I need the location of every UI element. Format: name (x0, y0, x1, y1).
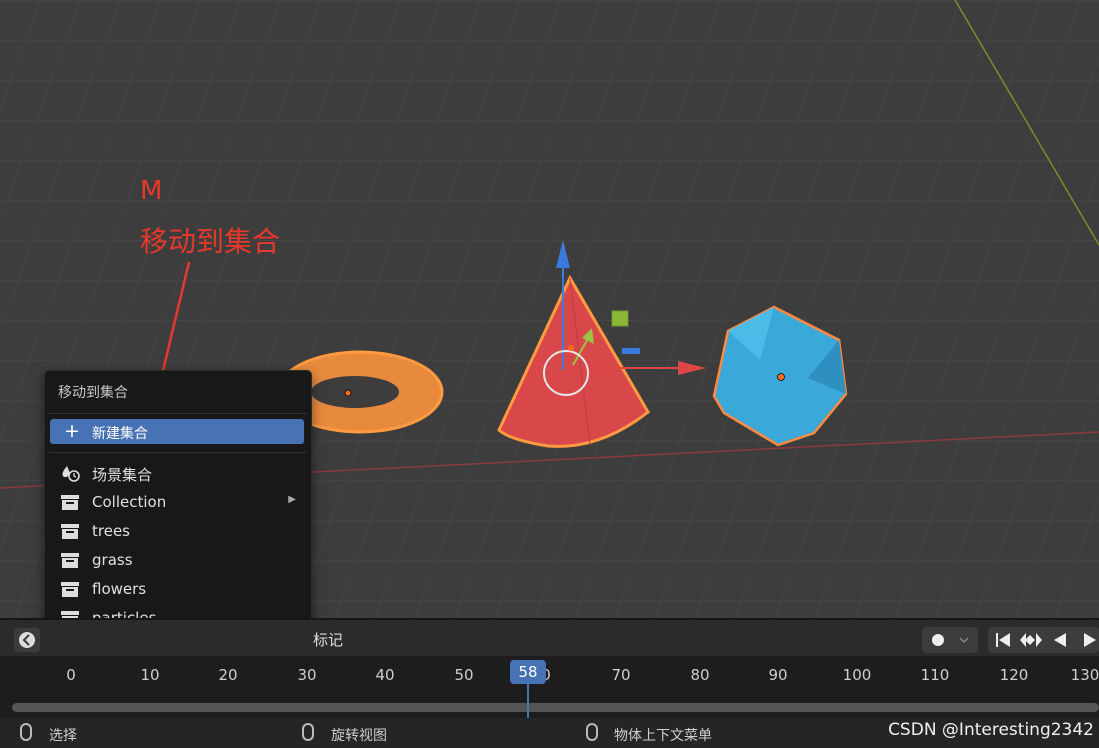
menu-item-label: flowers (92, 580, 147, 598)
status-bar: 选择 旋转视图 物体上下文菜单 CSDN @Interesting2342 (0, 718, 1099, 748)
frame-tick: 40 (375, 666, 395, 684)
editor-type-button[interactable] (14, 628, 40, 652)
menu-item-label: grass (92, 551, 133, 569)
timeline-scroll-area (0, 688, 1099, 718)
playhead-line[interactable] (527, 684, 529, 718)
scene-collection-icon (62, 466, 80, 482)
frame-tick: 130 (1070, 666, 1099, 684)
collection-box-icon (61, 553, 79, 568)
menu-item-grass[interactable]: grass (50, 547, 304, 573)
playback-controls[interactable] (988, 627, 1099, 653)
timeline-ruler[interactable]: 0 10 20 30 40 50 0 70 80 90 100 110 120 … (0, 656, 1099, 688)
menu-item-label: Collection (92, 493, 167, 511)
auto-keying-button[interactable] (922, 627, 978, 653)
collection-box-icon (61, 495, 79, 510)
playback-icons (996, 633, 1096, 647)
frame-tick: 70 (611, 666, 631, 684)
frame-tick: 90 (768, 666, 788, 684)
menu-separator (49, 413, 307, 414)
plus-icon: + (64, 420, 80, 442)
frame-tick: 100 (842, 666, 872, 684)
frame-tick: 110 (920, 666, 950, 684)
menu-item-label: 场景集合 (92, 466, 153, 484)
frame-tick: 0 (66, 666, 76, 684)
status-select: 选择 (49, 728, 77, 744)
submenu-arrow-icon: ▶ (288, 494, 296, 505)
menu-item-collection[interactable]: Collection ▶ (50, 489, 304, 515)
current-frame-indicator[interactable]: 58 (510, 660, 546, 684)
status-rotate-view: 旋转视图 (331, 728, 387, 744)
menu-item-scene-collection[interactable]: 场景集合 (50, 460, 304, 486)
watermark: CSDN @Interesting2342 (888, 720, 1094, 740)
collection-box-icon (61, 582, 79, 597)
menu-item-label: trees (92, 522, 130, 540)
frame-tick: 10 (140, 666, 160, 684)
record-icon (932, 634, 969, 646)
mouse-middle-icon (302, 723, 314, 741)
timeline-header: 标记 (0, 618, 1099, 658)
menu-title: 移动到集合 (58, 385, 128, 401)
menu-item-trees[interactable]: trees (50, 518, 304, 544)
menu-item-flowers[interactable]: flowers (50, 576, 304, 602)
status-context-menu: 物体上下文菜单 (614, 728, 712, 744)
new-collection-label: 新建集合 (92, 426, 148, 442)
frame-tick: 120 (999, 666, 1029, 684)
annotation-shortcut: M (140, 176, 163, 206)
timeline-scrollbar[interactable] (12, 703, 1099, 712)
menu-separator (49, 452, 307, 453)
clock-icon (19, 632, 35, 648)
frame-tick: 80 (690, 666, 710, 684)
collection-box-icon (61, 524, 79, 539)
mouse-left-icon (20, 723, 32, 741)
mouse-right-icon (586, 723, 598, 741)
frame-tick: 30 (297, 666, 317, 684)
frame-tick: 20 (218, 666, 238, 684)
frame-tick: 50 (454, 666, 474, 684)
marker-menu[interactable]: 标记 (313, 629, 343, 650)
new-collection-item[interactable]: + 新建集合 (50, 419, 304, 444)
annotation-label: 移动到集合 (140, 225, 281, 258)
